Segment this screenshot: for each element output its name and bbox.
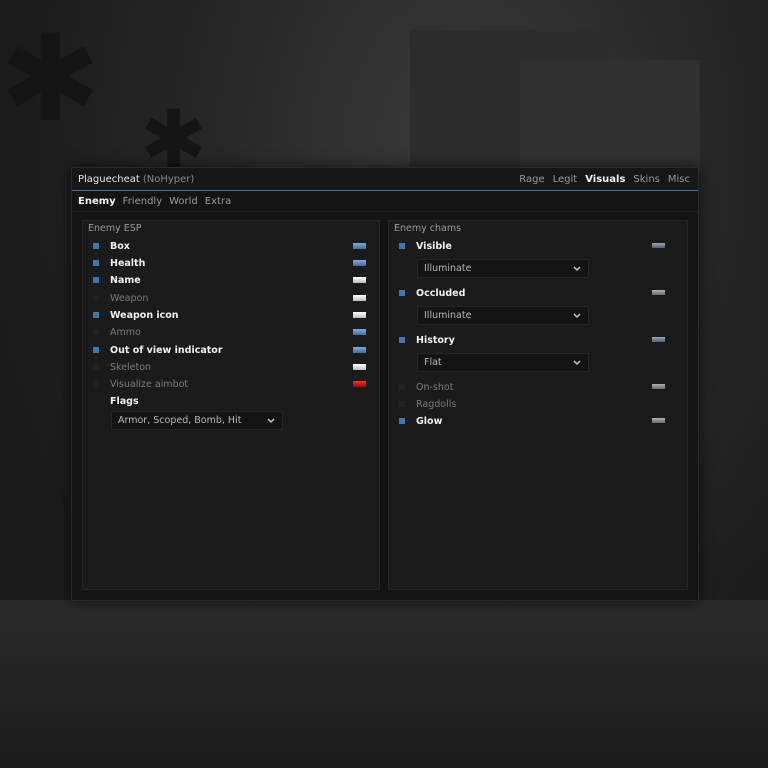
weapon-label: Weapon (110, 292, 149, 304)
tab-rage[interactable]: Rage (519, 174, 544, 185)
esp-row-visualize-aimbot[interactable]: Visualize aimbot (93, 377, 369, 391)
chevron-down-icon (572, 264, 582, 274)
subtab-friendly[interactable]: Friendly (123, 196, 162, 207)
skeleton-color-swatch[interactable] (353, 364, 366, 370)
glow-checkbox[interactable] (399, 418, 405, 424)
history-color-swatch[interactable] (652, 337, 665, 342)
palm-tree-icon: ✱ (0, 10, 101, 149)
occluded-label: Occluded (416, 287, 466, 299)
visible-checkbox[interactable] (399, 243, 405, 249)
health-color-swatch[interactable] (353, 260, 366, 266)
glow-label: Glow (416, 415, 443, 427)
panel-title-enemy-esp: Enemy ESP (88, 223, 142, 234)
out-of-view-color-swatch[interactable] (353, 347, 366, 353)
ammo-checkbox[interactable] (93, 329, 99, 335)
enemy-esp-panel: Enemy ESP Box Health Name Weapon Weapon … (82, 220, 380, 590)
history-material-dropdown[interactable]: Flat (417, 353, 589, 372)
ragdolls-label: Ragdolls (416, 398, 457, 410)
subtab-world[interactable]: World (169, 196, 198, 207)
flags-value: Armor, Scoped, Bomb, Hit (118, 415, 242, 426)
tab-misc[interactable]: Misc (668, 174, 690, 185)
visible-material-dropdown[interactable]: Illuminate (417, 259, 589, 278)
main-tabs: Rage Legit Visuals Skins Misc (519, 174, 690, 185)
out-of-view-checkbox[interactable] (93, 347, 99, 353)
visualize-aimbot-label: Visualize aimbot (110, 378, 189, 390)
ammo-label: Ammo (110, 326, 141, 338)
chams-row-on-shot[interactable]: On-shot (399, 380, 677, 394)
panel-title-enemy-chams: Enemy chams (394, 223, 462, 234)
brand-subtitle: (NoHyper) (142, 173, 195, 185)
visualize-aimbot-color-swatch[interactable] (353, 381, 366, 387)
flags-row: Flags (110, 394, 369, 408)
name-label: Name (110, 274, 141, 286)
weapon-checkbox[interactable] (93, 295, 99, 301)
subtab-extra[interactable]: Extra (205, 196, 231, 207)
esp-row-name[interactable]: Name (93, 273, 369, 287)
tab-visuals[interactable]: Visuals (585, 174, 625, 185)
subtab-enemy[interactable]: Enemy (78, 196, 116, 207)
health-checkbox[interactable] (93, 260, 99, 266)
chams-row-visible[interactable]: Visible (399, 239, 677, 253)
chams-row-ragdolls[interactable]: Ragdolls (399, 397, 677, 411)
esp-row-skeleton[interactable]: Skeleton (93, 360, 369, 374)
history-label: History (416, 334, 455, 346)
chams-row-glow[interactable]: Glow (399, 414, 677, 428)
ammo-color-swatch[interactable] (353, 329, 366, 335)
on-shot-label: On-shot (416, 381, 454, 393)
visible-color-swatch[interactable] (652, 243, 665, 248)
tab-skins[interactable]: Skins (633, 174, 659, 185)
chams-row-history[interactable]: History (399, 333, 677, 347)
history-checkbox[interactable] (399, 337, 405, 343)
esp-row-weapon-icon[interactable]: Weapon icon (93, 308, 369, 322)
occluded-material-value: Illuminate (424, 310, 472, 321)
title-bar: Plaguecheat (NoHyper) Rage Legit Visuals … (72, 168, 698, 191)
name-checkbox[interactable] (93, 277, 99, 283)
name-color-swatch[interactable] (353, 277, 366, 283)
chevron-down-icon (572, 358, 582, 368)
sub-tabs: Enemy Friendly World Extra (72, 191, 698, 212)
on-shot-checkbox[interactable] (399, 384, 405, 390)
esp-row-ammo[interactable]: Ammo (93, 325, 369, 339)
weapon-color-swatch[interactable] (353, 295, 366, 301)
out-of-view-label: Out of view indicator (110, 344, 223, 356)
flags-dropdown[interactable]: Armor, Scoped, Bomb, Hit (111, 411, 283, 430)
chevron-down-icon (266, 416, 276, 426)
occluded-checkbox[interactable] (399, 290, 405, 296)
chevron-down-icon (572, 311, 582, 321)
visualize-aimbot-checkbox[interactable] (93, 381, 99, 387)
brand-name: Plaguecheat (78, 173, 140, 185)
on-shot-color-swatch[interactable] (652, 384, 665, 389)
brand-title: Plaguecheat (NoHyper) (78, 174, 194, 185)
occluded-color-swatch[interactable] (652, 290, 665, 295)
ragdolls-checkbox[interactable] (399, 401, 405, 407)
occluded-material-dropdown[interactable]: Illuminate (417, 306, 589, 325)
esp-row-health[interactable]: Health (93, 256, 369, 270)
weapon-icon-color-swatch[interactable] (353, 312, 366, 318)
health-label: Health (110, 257, 146, 269)
box-checkbox[interactable] (93, 243, 99, 249)
skeleton-checkbox[interactable] (93, 364, 99, 370)
esp-row-weapon[interactable]: Weapon (93, 291, 369, 305)
esp-row-box[interactable]: Box (93, 239, 369, 253)
history-material-value: Flat (424, 357, 442, 368)
weapon-icon-checkbox[interactable] (93, 312, 99, 318)
weapon-icon-label: Weapon icon (110, 309, 179, 321)
chams-row-occluded[interactable]: Occluded (399, 286, 677, 300)
esp-row-out-of-view[interactable]: Out of view indicator (93, 343, 369, 357)
visible-material-value: Illuminate (424, 263, 472, 274)
glow-color-swatch[interactable] (652, 418, 665, 423)
flags-label: Flags (110, 395, 139, 407)
box-color-swatch[interactable] (353, 243, 366, 249)
enemy-chams-panel: Enemy chams Visible Illuminate Occluded … (388, 220, 688, 590)
menu-window: Plaguecheat (NoHyper) Rage Legit Visuals … (71, 167, 699, 601)
skeleton-label: Skeleton (110, 361, 152, 373)
box-label: Box (110, 240, 130, 252)
visible-label: Visible (416, 240, 452, 252)
tab-legit[interactable]: Legit (553, 174, 578, 185)
